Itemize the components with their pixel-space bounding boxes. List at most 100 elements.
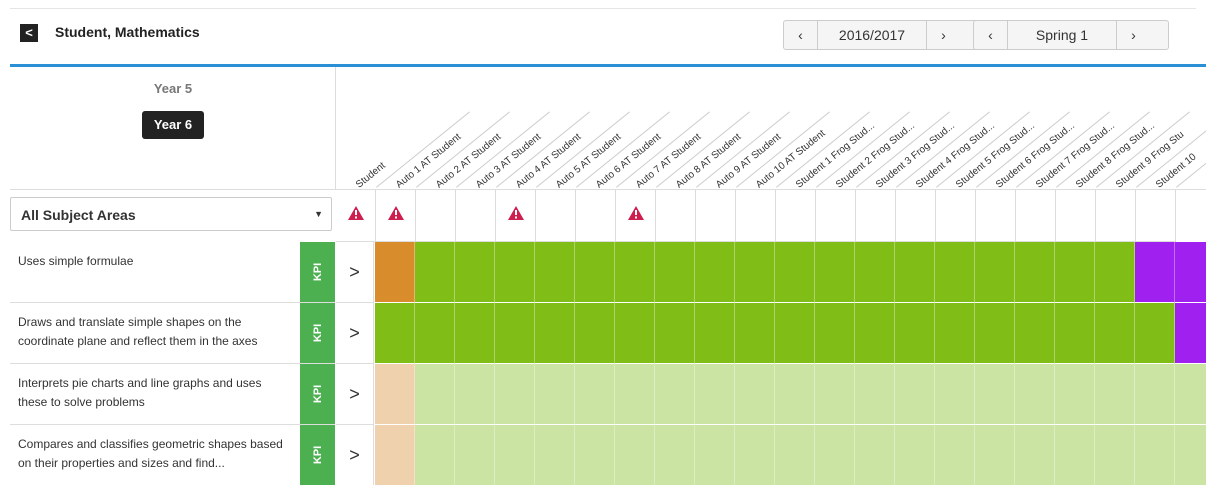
assessment-cell[interactable] bbox=[655, 364, 695, 425]
assessment-cell[interactable] bbox=[855, 425, 895, 485]
assessment-cell[interactable] bbox=[895, 425, 935, 485]
assessment-cell[interactable] bbox=[535, 242, 575, 303]
assessment-cell[interactable] bbox=[1015, 364, 1055, 425]
assessment-cell[interactable] bbox=[1175, 303, 1206, 364]
assessment-cell[interactable] bbox=[935, 425, 975, 485]
assessment-cell[interactable] bbox=[695, 425, 735, 485]
assessment-cell[interactable] bbox=[1095, 364, 1135, 425]
assessment-cell[interactable] bbox=[1095, 242, 1135, 303]
assessment-cell[interactable] bbox=[655, 242, 695, 303]
assessment-cell[interactable] bbox=[535, 425, 575, 485]
assessment-cell[interactable] bbox=[415, 242, 455, 303]
next-term-button[interactable]: › bbox=[1116, 21, 1150, 49]
assessment-cell[interactable] bbox=[495, 242, 535, 303]
assessment-cell[interactable] bbox=[775, 425, 815, 485]
assessment-cell[interactable] bbox=[695, 242, 735, 303]
subject-area-dropdown[interactable]: All Subject Areas ▼ bbox=[10, 197, 332, 231]
assessment-cell[interactable] bbox=[615, 242, 655, 303]
assessment-cell[interactable] bbox=[855, 242, 895, 303]
assessment-cell[interactable] bbox=[655, 425, 695, 485]
assessment-cell[interactable] bbox=[735, 364, 775, 425]
assessment-cell[interactable] bbox=[1095, 303, 1135, 364]
assessment-cell[interactable] bbox=[1175, 425, 1206, 485]
assessment-cell[interactable] bbox=[415, 364, 455, 425]
assessment-cell[interactable] bbox=[855, 364, 895, 425]
assessment-cell[interactable] bbox=[1135, 242, 1175, 303]
assessment-cell[interactable] bbox=[1055, 242, 1095, 303]
assessment-cell[interactable] bbox=[575, 364, 615, 425]
assessment-cell[interactable] bbox=[975, 425, 1015, 485]
assessment-cell[interactable] bbox=[575, 303, 615, 364]
assessment-cell[interactable] bbox=[775, 242, 815, 303]
assessment-cell[interactable] bbox=[615, 425, 655, 485]
assessment-cell[interactable] bbox=[575, 425, 615, 485]
assessment-cell[interactable] bbox=[1175, 364, 1206, 425]
assessment-cell[interactable] bbox=[655, 303, 695, 364]
assessment-cell[interactable] bbox=[775, 364, 815, 425]
assessment-cell[interactable] bbox=[375, 364, 415, 425]
warning-icon[interactable] bbox=[388, 206, 404, 220]
assessment-cell[interactable] bbox=[935, 364, 975, 425]
assessment-cell[interactable] bbox=[1055, 364, 1095, 425]
assessment-cell[interactable] bbox=[615, 364, 655, 425]
assessment-cell[interactable] bbox=[455, 425, 495, 485]
assessment-cell[interactable] bbox=[735, 303, 775, 364]
assessment-cell[interactable] bbox=[1095, 425, 1135, 485]
assessment-cell[interactable] bbox=[495, 303, 535, 364]
assessment-cell[interactable] bbox=[1055, 425, 1095, 485]
expand-row-button[interactable]: > bbox=[336, 425, 374, 485]
assessment-cell[interactable] bbox=[775, 303, 815, 364]
assessment-cell[interactable] bbox=[415, 303, 455, 364]
assessment-cell[interactable] bbox=[495, 364, 535, 425]
assessment-cell[interactable] bbox=[535, 364, 575, 425]
assessment-cell[interactable] bbox=[935, 303, 975, 364]
assessment-cell[interactable] bbox=[1015, 425, 1055, 485]
assessment-cell[interactable] bbox=[455, 364, 495, 425]
year-6-option[interactable]: Year 6 bbox=[142, 111, 204, 139]
expand-row-button[interactable]: > bbox=[336, 364, 374, 425]
assessment-cell[interactable] bbox=[575, 242, 615, 303]
assessment-cell[interactable] bbox=[695, 364, 735, 425]
next-year-button[interactable]: › bbox=[926, 21, 960, 49]
assessment-cell[interactable] bbox=[1015, 242, 1055, 303]
assessment-cell[interactable] bbox=[935, 242, 975, 303]
assessment-cell[interactable] bbox=[695, 303, 735, 364]
assessment-cell[interactable] bbox=[1135, 425, 1175, 485]
assessment-cell[interactable] bbox=[1135, 303, 1175, 364]
warning-icon[interactable] bbox=[348, 206, 364, 220]
warning-icon[interactable] bbox=[628, 206, 644, 220]
assessment-cell[interactable] bbox=[855, 303, 895, 364]
assessment-cell[interactable] bbox=[1175, 242, 1206, 303]
assessment-cell[interactable] bbox=[375, 303, 415, 364]
assessment-cell[interactable] bbox=[375, 242, 415, 303]
assessment-cell[interactable] bbox=[1055, 303, 1095, 364]
expand-row-button[interactable]: > bbox=[336, 242, 374, 303]
assessment-cell[interactable] bbox=[455, 303, 495, 364]
assessment-cell[interactable] bbox=[895, 303, 935, 364]
previous-term-button[interactable]: ‹ bbox=[974, 21, 1008, 49]
assessment-cell[interactable] bbox=[1135, 364, 1175, 425]
assessment-cell[interactable] bbox=[975, 303, 1015, 364]
assessment-cell[interactable] bbox=[815, 242, 855, 303]
assessment-cell[interactable] bbox=[975, 364, 1015, 425]
assessment-cell[interactable] bbox=[495, 425, 535, 485]
assessment-cell[interactable] bbox=[735, 242, 775, 303]
assessment-cell[interactable] bbox=[815, 303, 855, 364]
assessment-cell[interactable] bbox=[735, 425, 775, 485]
assessment-cell[interactable] bbox=[975, 242, 1015, 303]
warning-icon[interactable] bbox=[508, 206, 524, 220]
assessment-cell[interactable] bbox=[375, 425, 415, 485]
assessment-cell[interactable] bbox=[895, 364, 935, 425]
previous-year-button[interactable]: ‹ bbox=[784, 21, 818, 49]
assessment-cell[interactable] bbox=[615, 303, 655, 364]
assessment-cell[interactable] bbox=[815, 364, 855, 425]
assessment-cell[interactable] bbox=[1015, 303, 1055, 364]
assessment-cell[interactable] bbox=[415, 425, 455, 485]
back-button[interactable]: < bbox=[20, 24, 38, 42]
year-5-option[interactable]: Year 5 bbox=[10, 81, 336, 96]
assessment-cell[interactable] bbox=[455, 242, 495, 303]
expand-row-button[interactable]: > bbox=[336, 303, 374, 364]
assessment-cell[interactable] bbox=[535, 303, 575, 364]
assessment-cell[interactable] bbox=[815, 425, 855, 485]
assessment-cell[interactable] bbox=[895, 242, 935, 303]
